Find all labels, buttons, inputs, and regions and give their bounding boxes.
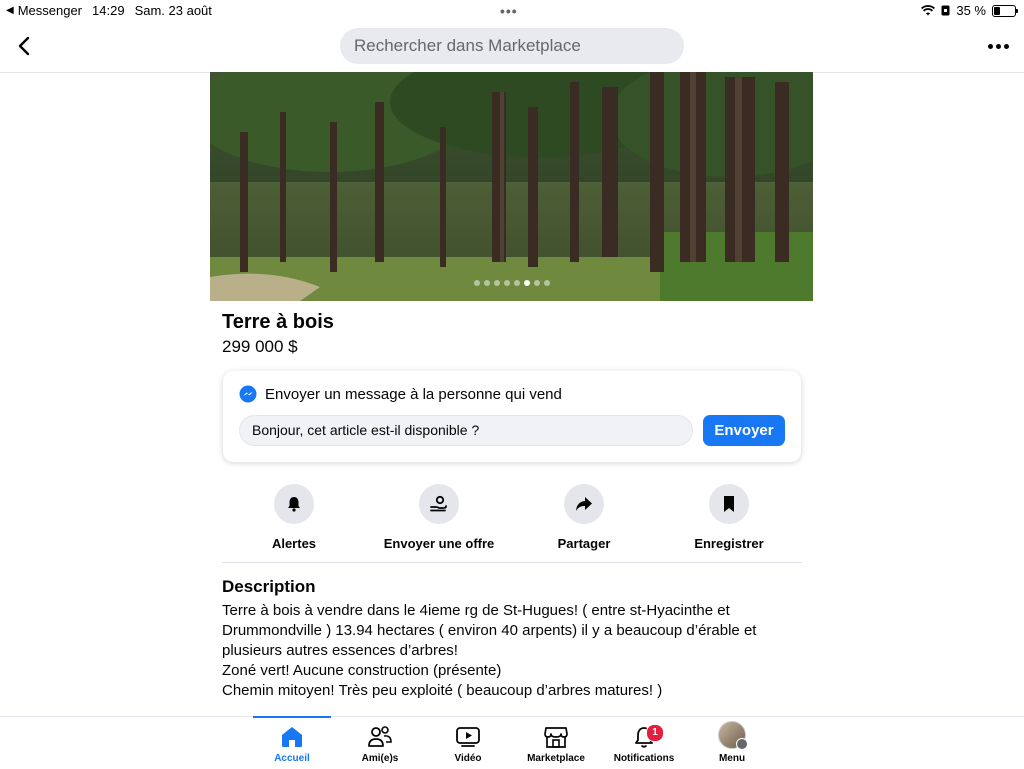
search-input[interactable]: Rechercher dans Marketplace: [340, 28, 684, 64]
offer-label: Envoyer une offre: [383, 536, 495, 551]
nav-home[interactable]: Accueil: [249, 716, 335, 769]
nav-menu-label: Menu: [718, 753, 746, 764]
battery-icon: [992, 4, 1018, 17]
carousel-dots[interactable]: [210, 280, 813, 286]
top-bar: Rechercher dans Marketplace: [0, 20, 1024, 73]
nav-marketplace[interactable]: Marketplace: [513, 717, 599, 769]
back-button[interactable]: [12, 32, 40, 60]
messenger-icon: [239, 385, 257, 403]
nav-notifications[interactable]: 1 Notifications: [601, 717, 687, 769]
more-options-icon[interactable]: [984, 32, 1012, 60]
back-app-label[interactable]: Messenger: [18, 3, 82, 18]
bell-icon: [274, 484, 314, 524]
send-button[interactable]: Envoyer: [703, 415, 785, 446]
nav-menu[interactable]: Menu: [689, 717, 775, 769]
carousel-dot[interactable]: [513, 280, 520, 286]
carousel-dot[interactable]: [543, 280, 550, 286]
forest-photo: [210, 72, 813, 301]
carousel-dot[interactable]: [473, 280, 480, 286]
carousel-dot[interactable]: [483, 280, 490, 286]
orientation-lock-icon: [941, 5, 950, 16]
bottom-nav: Accueil Ami(e)s Vidéo Marketplace 1 Noti…: [0, 716, 1024, 769]
video-icon: [456, 727, 480, 747]
description-line: Chemin mitoyen! Très peu exploité ( beau…: [222, 682, 663, 699]
description-heading: Description: [222, 577, 316, 596]
carousel-dot[interactable]: [533, 280, 540, 286]
offer-button[interactable]: Envoyer une offre: [369, 482, 509, 551]
save-button[interactable]: Enregistrer: [659, 482, 799, 551]
notification-badge: 1: [646, 724, 664, 742]
carousel-dot[interactable]: [493, 280, 500, 286]
nav-marketplace-label: Marketplace: [527, 753, 585, 764]
bookmark-icon: [709, 484, 749, 524]
friends-icon: [368, 726, 392, 747]
save-label: Enregistrer: [694, 536, 764, 551]
listing-price: 299 000 $: [222, 337, 298, 356]
carousel-dot[interactable]: [503, 280, 510, 286]
description-line: Zoné vert! Aucune construction (présente…: [222, 662, 502, 679]
status-left: ◀ Messenger 14:29 Sam. 23 août: [6, 3, 212, 18]
chevron-left-icon: [18, 36, 30, 56]
wifi-icon: [921, 5, 936, 16]
share-icon: [564, 484, 604, 524]
nav-friends[interactable]: Ami(e)s: [337, 717, 423, 769]
status-date: Sam. 23 août: [134, 3, 212, 18]
description-line: Drummondville ) 13.94 hectares ( environ…: [222, 622, 757, 639]
offer-icon: [419, 484, 459, 524]
message-card: Envoyer un message à la personne qui ven…: [223, 371, 801, 462]
nav-notifications-label: Notifications: [613, 753, 675, 764]
listing-photo[interactable]: [210, 72, 813, 301]
alerts-label: Alertes: [271, 536, 317, 551]
marketplace-icon: [544, 727, 568, 748]
description-line: plusieurs autres essences d’arbres!: [222, 642, 458, 659]
avatar: [718, 721, 748, 750]
nav-home-label: Accueil: [274, 753, 310, 764]
multitask-dots-icon[interactable]: •••: [500, 3, 518, 19]
home-icon: [282, 727, 302, 747]
message-heading: Envoyer un message à la personne qui ven…: [239, 385, 562, 403]
battery-level: [994, 6, 1000, 15]
status-right: 35 %: [921, 3, 1018, 18]
description-line: Terre à bois à vendre dans le 4ieme rg d…: [222, 602, 730, 619]
alerts-button[interactable]: Alertes: [224, 482, 364, 551]
action-row: Alertes Envoyer une offre Partager Enreg…: [222, 482, 802, 563]
message-heading-text: Envoyer un message à la personne qui ven…: [265, 385, 562, 403]
share-label: Partager: [557, 536, 611, 551]
status-bar: ◀ Messenger 14:29 Sam. 23 août ••• 35 %: [0, 0, 1024, 20]
back-to-app-icon[interactable]: ◀: [6, 5, 14, 16]
share-button[interactable]: Partager: [514, 482, 654, 551]
message-input[interactable]: Bonjour, cet article est-il disponible ?: [239, 415, 693, 446]
status-time: 14:29: [92, 3, 125, 18]
battery-percent: 35 %: [956, 3, 986, 18]
nav-friends-label: Ami(e)s: [361, 753, 399, 764]
nav-video[interactable]: Vidéo: [425, 717, 511, 769]
listing-title: Terre à bois: [222, 311, 334, 333]
description-body: Terre à bois à vendre dans le 4ieme rg d…: [222, 601, 802, 701]
carousel-dot[interactable]: [523, 280, 530, 286]
nav-video-label: Vidéo: [454, 753, 482, 764]
